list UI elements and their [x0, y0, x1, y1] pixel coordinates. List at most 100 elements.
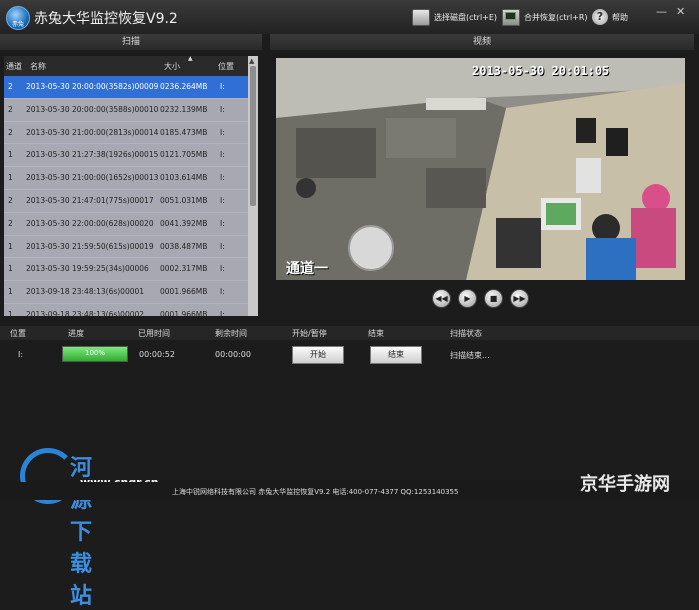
fast-forward-button[interactable]: ▶▶ — [510, 289, 529, 308]
list-header: 通道 名称 大小 ▲ 位置 — [4, 55, 248, 76]
cell-position: I: — [220, 127, 225, 137]
col-channel[interactable]: 通道 — [6, 61, 22, 72]
scan-panel-header: 扫描 — [0, 34, 262, 50]
end-button[interactable]: 结束 — [370, 346, 422, 364]
cell-position: I: — [220, 287, 225, 297]
fast-forward-icon: ▶▶ — [513, 294, 526, 303]
list-scrollbar[interactable]: ▲ — [248, 56, 258, 316]
cell-name: 2013-05-30 21:00:00(1652s)00013 — [26, 173, 159, 183]
help-label: 帮助 — [612, 12, 628, 22]
help-icon: ? — [592, 9, 608, 25]
cell-size: 0051.031MB — [160, 195, 208, 205]
minimize-icon[interactable]: — — [656, 5, 667, 18]
corner-watermark: 京华手游网 — [580, 474, 670, 495]
select-disk-label: 选择磁盘(ctrl+E) — [434, 13, 498, 22]
cell-position: I: — [220, 173, 225, 183]
remaining-time: 00:00:00 — [215, 350, 251, 359]
status-position: I: — [18, 350, 24, 359]
select-disk-button[interactable]: 选择磁盘(ctrl+E) — [412, 9, 497, 26]
cell-name: 2013-05-30 19:59:25(34s)00006 — [26, 264, 149, 274]
footer-text: 上海中锐网络科技有限公司 赤兔大华监控恢复V9.2 电话:400-077-437… — [172, 488, 459, 496]
list-item[interactable]: 2 2013-05-30 22:00:00(628s)00020 0041.392M… — [4, 213, 248, 236]
cell-channel: 1 — [8, 173, 13, 183]
cell-name: 2013-05-30 20:00:00(3588s)00010 — [26, 104, 159, 114]
list-item[interactable]: 2 2013-05-30 20:00:00(3588s)00010 0232.139… — [4, 99, 248, 122]
elapsed-time: 00:00:52 — [139, 350, 175, 359]
status-col-progress: 进度 — [68, 329, 84, 338]
title-bar: 赤兔 赤兔大华监控恢复V9.2 选择磁盘(ctrl+E) 合并恢复(ctrl+R… — [0, 0, 699, 34]
rewind-button[interactable]: ◀◀ — [432, 289, 451, 308]
help-button[interactable]: ? 帮助 — [592, 9, 628, 25]
cell-name: 2013-05-30 22:00:00(628s)00020 — [26, 218, 154, 228]
cell-channel: 1 — [8, 241, 13, 251]
list-item[interactable]: 1 2013-05-30 21:00:00(1652s)00013 0103.614… — [4, 167, 248, 190]
cell-position: I: — [220, 264, 225, 274]
cell-channel: 1 — [8, 264, 13, 274]
cell-channel: 2 — [8, 82, 13, 91]
cell-size: 0236.264MB — [160, 82, 208, 91]
close-icon[interactable]: ✕ — [676, 5, 685, 18]
progress-bar: 100% — [62, 346, 128, 362]
status-col-scan-state: 扫描状态 — [450, 329, 482, 338]
scan-state: 扫描结束... — [450, 351, 490, 360]
list-item[interactable]: 2 2013-05-30 21:47:01(775s)00017 0051.031M… — [4, 190, 248, 213]
col-size[interactable]: 大小 — [164, 61, 180, 72]
cell-position: I: — [220, 150, 225, 160]
cell-size: 0232.139MB — [160, 104, 208, 114]
cell-position: I: — [220, 241, 225, 251]
cell-channel: 2 — [8, 104, 13, 114]
rewind-icon: ◀◀ — [435, 294, 448, 303]
cell-name: 2013-09-18 23:48:13(6s)00001 — [26, 287, 145, 297]
col-name[interactable]: 名称 — [30, 61, 46, 72]
scroll-up-icon[interactable]: ▲ — [249, 57, 254, 65]
status-col-position: 位置 — [10, 329, 26, 338]
play-button[interactable]: ▶ — [458, 289, 477, 308]
surveillance-frame — [276, 58, 685, 280]
cell-size: 0001.966MB — [160, 309, 208, 316]
list-item[interactable]: 1 2013-05-30 21:27:38(1926s)00015 0121.705… — [4, 144, 248, 168]
video-player[interactable]: 2013-05-30 20:01:05 通道一 — [276, 58, 685, 280]
cell-channel: 1 — [8, 150, 13, 160]
file-list[interactable]: 2 2013-05-30 20:00:00(3582s)00009 0236.264… — [4, 76, 248, 316]
cell-size: 0121.705MB — [160, 150, 208, 160]
status-row: I: 100% 00:00:52 00:00:00 开始 结束 扫描结束... — [0, 342, 699, 366]
disk-icon — [412, 9, 430, 26]
cell-position: I: — [220, 218, 225, 228]
list-item[interactable]: 1 2013-09-18 23:48:13(6s)00001 0001.966MB I… — [4, 281, 248, 304]
status-header: 位置 进度 已用时间 剩余时间 开始/暂停 结束 扫描状态 — [0, 326, 699, 340]
stop-button[interactable]: ■ — [484, 289, 503, 308]
list-item[interactable]: 1 2013-05-30 21:59:50(615s)00019 0038.487M… — [4, 236, 248, 259]
list-item[interactable]: 1 2013-09-18 23:48:13(6s)00002 0001.966MB I… — [4, 304, 248, 316]
status-col-elapsed: 已用时间 — [138, 329, 170, 338]
cell-position: I: — [220, 309, 225, 316]
cell-size: 0041.392MB — [160, 218, 208, 228]
watermark-site-name: 河源下载站 — [70, 456, 94, 609]
cell-name: 2013-05-30 21:47:01(775s)00017 — [26, 195, 154, 205]
cell-channel: 2 — [8, 195, 13, 205]
cell-name: 2013-05-30 21:59:50(615s)00019 — [26, 241, 154, 251]
list-item[interactable]: 2 2013-05-30 21:00:00(2813s)00014 0185.473… — [4, 122, 248, 145]
cell-size: 0038.487MB — [160, 241, 208, 251]
status-col-end: 结束 — [368, 329, 384, 338]
cell-name: 2013-05-30 20:00:00(3582s)00009 — [26, 82, 159, 91]
cell-name: 2013-09-18 23:48:13(6s)00002 — [26, 309, 145, 316]
cell-channel: 1 — [8, 309, 13, 316]
scrollbar-thumb[interactable] — [250, 66, 256, 206]
cell-position: I: — [220, 82, 225, 91]
col-position[interactable]: 位置 — [218, 61, 234, 72]
app-logo-icon: 赤兔 — [6, 6, 30, 30]
progress-text: 100% — [84, 349, 105, 357]
cell-name: 2013-05-30 21:27:38(1926s)00015 — [26, 150, 159, 160]
list-item[interactable]: 1 2013-05-30 19:59:25(34s)00006 0002.317MB… — [4, 258, 248, 282]
app-title: 赤兔大华监控恢复V9.2 — [34, 11, 178, 27]
status-col-start-pause: 开始/暂停 — [292, 329, 327, 338]
cell-size: 0103.614MB — [160, 173, 208, 183]
list-item[interactable]: 2 2013-05-30 20:00:00(3582s)00009 0236.264… — [4, 76, 248, 99]
merge-restore-button[interactable]: 合并恢复(ctrl+R) — [502, 9, 588, 26]
play-icon: ▶ — [464, 294, 471, 303]
merge-restore-label: 合并恢复(ctrl+R) — [524, 13, 588, 22]
start-button[interactable]: 开始 — [292, 346, 344, 364]
video-panel-header: 视频 — [270, 34, 694, 50]
cell-position: I: — [220, 195, 225, 205]
cell-size: 0185.473MB — [160, 127, 208, 137]
